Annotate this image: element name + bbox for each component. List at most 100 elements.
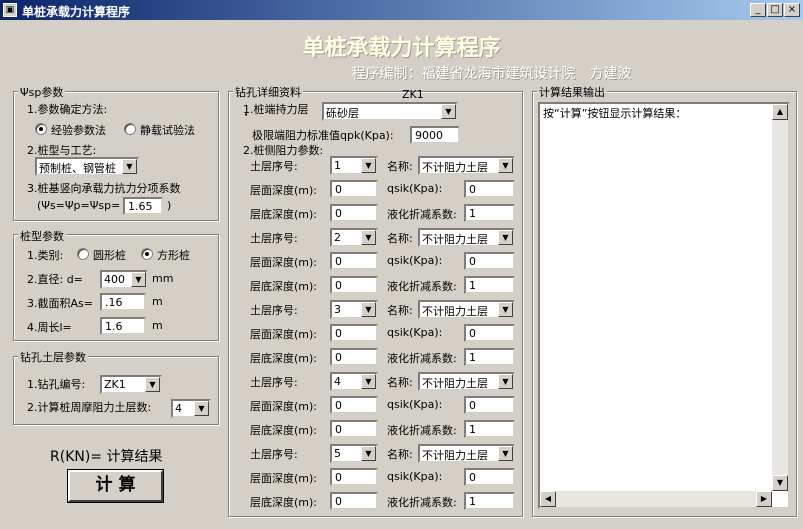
layer-qsik-input[interactable]: 0 bbox=[464, 468, 515, 486]
layers-select[interactable]: 4 ▼ bbox=[171, 399, 211, 418]
layer-liq-input[interactable]: 1 bbox=[464, 348, 515, 366]
diameter-label: 2.直径: d= bbox=[27, 273, 83, 286]
scroll-right-icon[interactable]: ▶ bbox=[756, 491, 772, 507]
layer-liq-input[interactable]: 1 bbox=[464, 420, 515, 438]
app-icon[interactable]: ▣ bbox=[3, 3, 17, 17]
layer-name-select[interactable]: 不计阻力土层 ▼ bbox=[418, 444, 515, 463]
output-text: 按“计算”按钮显示计算结果： bbox=[543, 107, 687, 120]
perimeter-input[interactable]: 1.6 bbox=[100, 317, 146, 335]
layers-label: 2.计算桩周摩阻力土层数: bbox=[27, 401, 152, 414]
layer-name-select[interactable]: 不计阻力土层 ▼ bbox=[418, 300, 515, 319]
layer-seq-select[interactable]: 3 ▼ bbox=[330, 300, 378, 319]
layer-bottom-input[interactable]: 0 bbox=[330, 204, 378, 222]
close-button[interactable]: × bbox=[784, 3, 800, 17]
coef-input[interactable]: 1.65 bbox=[123, 197, 163, 215]
chevron-down-icon[interactable]: ▼ bbox=[361, 446, 376, 461]
layer-top-label: 层面深度(m): bbox=[250, 328, 318, 341]
chevron-down-icon[interactable]: ▼ bbox=[498, 374, 513, 389]
hole-select[interactable]: ZK1 ▼ bbox=[100, 375, 162, 394]
chevron-down-icon[interactable]: ▼ bbox=[498, 158, 513, 173]
layer-top-input[interactable]: 0 bbox=[330, 180, 378, 198]
layer-top-input[interactable]: 0 bbox=[330, 252, 378, 270]
pile-type-select[interactable]: 预制桩、钢管桩 ▼ bbox=[35, 157, 139, 176]
layer-seq-select[interactable]: 4 ▼ bbox=[330, 372, 378, 391]
scroll-down-icon[interactable]: ▼ bbox=[772, 475, 788, 491]
scroll-up-icon[interactable]: ▲ bbox=[772, 104, 788, 120]
layer-liq-input[interactable]: 1 bbox=[464, 276, 515, 294]
psi-legend: Ψsp参数 bbox=[18, 84, 66, 100]
bearing-label: 1.桩端持力层 bbox=[243, 103, 309, 116]
chevron-down-icon[interactable]: ▼ bbox=[145, 377, 160, 392]
layer-top-input[interactable]: 0 bbox=[330, 396, 378, 414]
layer-name-label: 名称: bbox=[387, 376, 413, 389]
chevron-down-icon[interactable]: ▼ bbox=[498, 230, 513, 245]
chevron-down-icon[interactable]: ▼ bbox=[441, 104, 456, 119]
layer-top-input[interactable]: 0 bbox=[330, 468, 378, 486]
layer-top-label: 层面深度(m): bbox=[250, 472, 318, 485]
layer-top-label: 层面深度(m): bbox=[250, 184, 318, 197]
layer-liq-label: 液化折减系数: bbox=[387, 424, 457, 437]
layer-qsik-input[interactable]: 0 bbox=[464, 324, 515, 342]
bearing-select[interactable]: 砾砂层 ▼ bbox=[322, 102, 458, 121]
layer-qsik-input[interactable]: 0 bbox=[464, 252, 515, 270]
radio-empirical[interactable] bbox=[35, 123, 47, 135]
layer-bottom-input[interactable]: 0 bbox=[330, 420, 378, 438]
layer-qsik-label: qsik(Kpa): bbox=[387, 254, 443, 267]
pile-type-label: 2.桩型与工艺: bbox=[27, 144, 97, 157]
coef-label: 3.桩基竖向承载力抗力分项系数 bbox=[27, 182, 181, 195]
layer-bottom-input[interactable]: 0 bbox=[330, 276, 378, 294]
category-label: 1.类别: bbox=[27, 249, 64, 262]
output-textarea[interactable]: 按“计算”按钮显示计算结果： ▲ ▼ ◀ ▶ bbox=[538, 102, 790, 509]
chevron-down-icon[interactable]: ▼ bbox=[361, 230, 376, 245]
layer-name-select[interactable]: 不计阻力土层 ▼ bbox=[418, 228, 515, 247]
radio-static[interactable] bbox=[124, 123, 136, 135]
layer-qsik-label: qsik(Kpa): bbox=[387, 326, 443, 339]
coef-suffix: ) bbox=[167, 199, 172, 212]
layer-liq-input[interactable]: 1 bbox=[464, 204, 515, 222]
layer-name-label: 名称: bbox=[387, 448, 413, 461]
layer-qsik-input[interactable]: 0 bbox=[464, 180, 515, 198]
chevron-down-icon[interactable]: ▼ bbox=[361, 302, 376, 317]
layer-qsik-label: qsik(Kpa): bbox=[387, 470, 443, 483]
layer-seq-select[interactable]: 1 ▼ bbox=[330, 156, 378, 175]
diameter-select[interactable]: 400 ▼ bbox=[100, 270, 148, 289]
pile-legend: 桩型参数 bbox=[18, 228, 66, 244]
layer-bottom-input[interactable]: 0 bbox=[330, 348, 378, 366]
layer-seq-label: 土层序号: bbox=[250, 232, 298, 245]
layer-top-input[interactable]: 0 bbox=[330, 324, 378, 342]
scroll-left-icon[interactable]: ◀ bbox=[540, 491, 556, 507]
layer-liq-label: 液化折减系数: bbox=[387, 496, 457, 509]
layer-seq-label: 土层序号: bbox=[250, 160, 298, 173]
layer-liq-label: 液化折减系数: bbox=[387, 352, 457, 365]
horizontal-scrollbar[interactable]: ◀ ▶ bbox=[540, 491, 772, 507]
chevron-down-icon[interactable]: ▼ bbox=[361, 158, 376, 173]
layer-bottom-input[interactable]: 0 bbox=[330, 492, 378, 510]
method-label: 1.参数确定方法: bbox=[27, 103, 108, 116]
layer-seq-select[interactable]: 5 ▼ bbox=[330, 444, 378, 463]
minimize-button[interactable]: _ bbox=[750, 3, 766, 17]
calculate-button[interactable]: 计 算 bbox=[67, 469, 164, 503]
radio-square[interactable] bbox=[141, 248, 153, 260]
layer-qsik-input[interactable]: 0 bbox=[464, 396, 515, 414]
title-bar[interactable]: ▣ 单桩承载力计算程序 _ □ × bbox=[0, 0, 803, 20]
layer-name-select[interactable]: 不计阻力土层 ▼ bbox=[418, 156, 515, 175]
chevron-down-icon[interactable]: ▼ bbox=[361, 374, 376, 389]
radio-round[interactable] bbox=[77, 248, 89, 260]
layer-liq-input[interactable]: 1 bbox=[464, 492, 515, 510]
vertical-scrollbar[interactable]: ▲ ▼ bbox=[772, 104, 788, 491]
layer-name-select[interactable]: 不计阻力土层 ▼ bbox=[418, 372, 515, 391]
perimeter-unit: m bbox=[152, 319, 163, 332]
chevron-down-icon[interactable]: ▼ bbox=[498, 446, 513, 461]
layer-seq-select[interactable]: 2 ▼ bbox=[330, 228, 378, 247]
area-input[interactable]: .16 bbox=[100, 293, 146, 311]
chevron-down-icon[interactable]: ▼ bbox=[131, 272, 146, 287]
chevron-down-icon[interactable]: ▼ bbox=[194, 401, 209, 416]
maximize-button[interactable]: □ bbox=[767, 3, 783, 17]
layer-top-label: 层面深度(m): bbox=[250, 256, 318, 269]
chevron-down-icon[interactable]: ▼ bbox=[122, 159, 137, 174]
chevron-down-icon[interactable]: ▼ bbox=[498, 302, 513, 317]
qpk-input[interactable]: 9000 bbox=[410, 126, 460, 144]
window-title: 单桩承载力计算程序 bbox=[22, 5, 131, 19]
layer-bottom-label: 层底深度(m): bbox=[250, 208, 318, 221]
layer-name-label: 名称: bbox=[387, 160, 413, 173]
